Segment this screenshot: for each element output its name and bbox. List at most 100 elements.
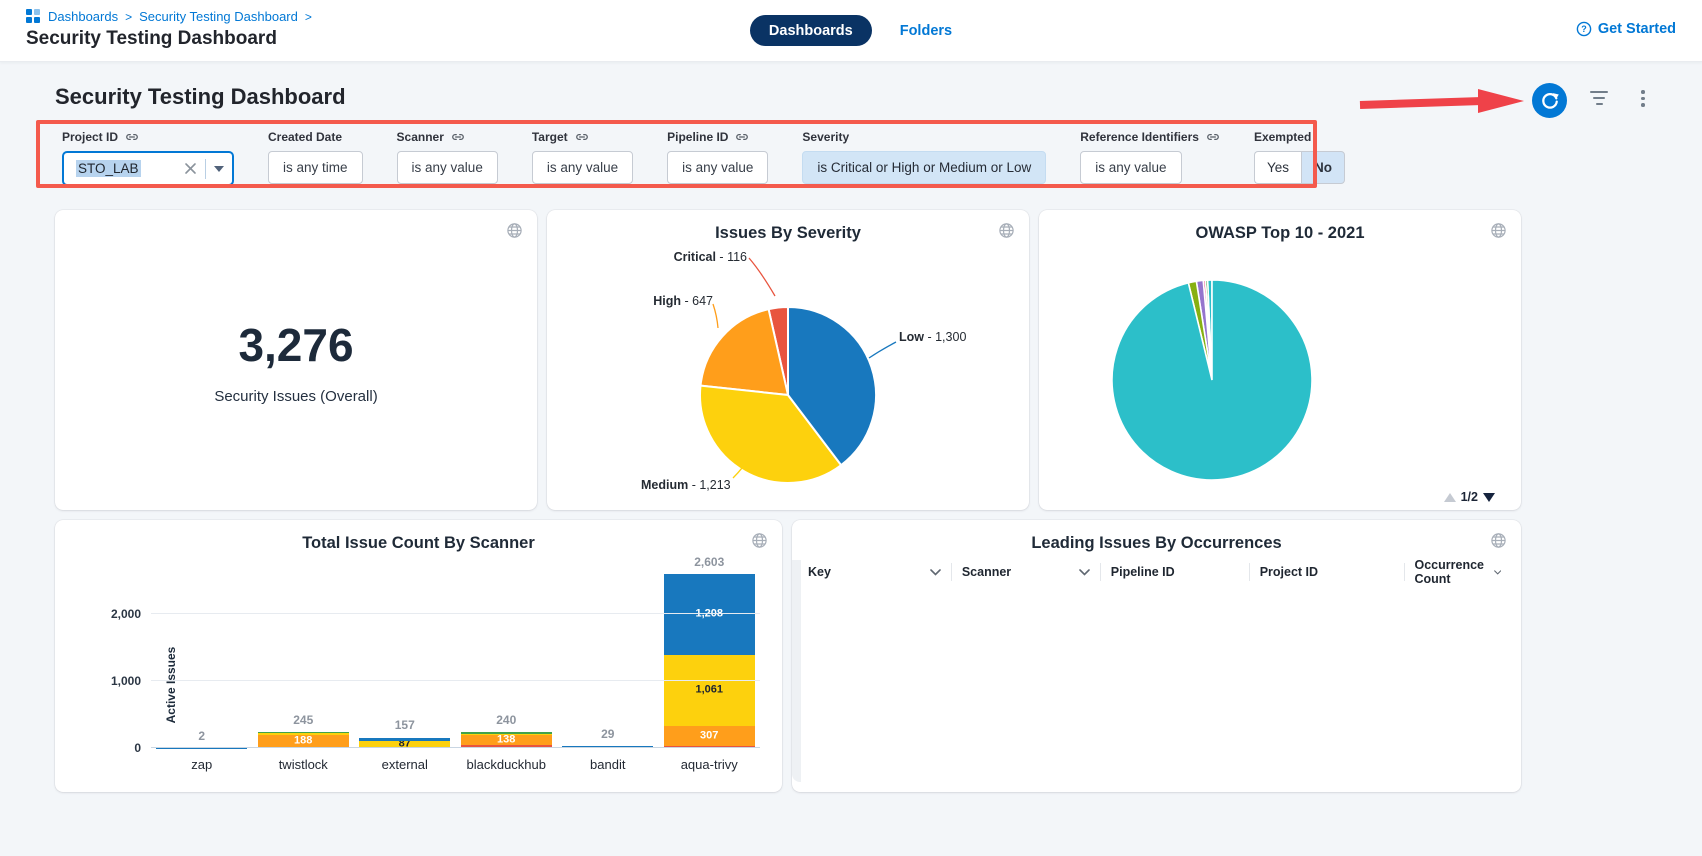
bar-segment[interactable]: 307 xyxy=(664,726,755,747)
bar-external: 87157external xyxy=(354,566,456,748)
bar-segment[interactable] xyxy=(258,733,349,734)
tile-total-issue-count-by-scanner: Total Issue Count By Scanner Active Issu… xyxy=(55,520,782,792)
filter-bar: Project ID STO_LAB Created Date is any t… xyxy=(62,130,1345,186)
filter-target: Target is any value xyxy=(532,130,633,184)
tab-folders[interactable]: Folders xyxy=(900,23,952,39)
y-tick-label: 2,000 xyxy=(81,607,141,621)
globe-icon[interactable] xyxy=(751,532,768,554)
y-tick-label: 0 xyxy=(81,741,141,755)
table-header-scanner[interactable]: Scanner xyxy=(951,563,1100,581)
bar-chart-plot: Active Issues 2zap188245twistlock87157ex… xyxy=(151,566,760,748)
table-header-project-id[interactable]: Project ID xyxy=(1249,563,1404,581)
pie-slice[interactable] xyxy=(1112,280,1312,480)
tile-security-issues-overall: 3,276 Security Issues (Overall) xyxy=(55,210,537,510)
tile-leading-issues-by-occurrences: Leading Issues By Occurrences Key Scanne… xyxy=(792,520,1521,792)
dashboard-title: Security Testing Dashboard xyxy=(55,84,346,110)
scanner-filter[interactable]: is any value xyxy=(397,151,498,184)
severity-pie-chart xyxy=(547,210,1029,510)
page-indicator: 1/2 xyxy=(1461,490,1478,504)
bar-segment[interactable] xyxy=(461,732,552,734)
chevron-down-icon xyxy=(930,569,941,576)
table-header-key[interactable]: Key xyxy=(804,563,951,581)
table-scrollbar-track[interactable] xyxy=(792,560,801,782)
severity-filter[interactable]: is Critical or High or Medium or Low xyxy=(802,151,1046,184)
target-filter[interactable]: is any value xyxy=(532,151,633,184)
bar-segment[interactable] xyxy=(359,738,450,742)
table-header-row: Key Scanner Pipeline ID Project ID Occur… xyxy=(804,560,1511,584)
question-circle-icon: ? xyxy=(1576,21,1592,37)
bar-segment[interactable] xyxy=(258,732,349,734)
filter-label: Pipeline ID xyxy=(667,130,728,144)
bar-segment[interactable]: 188 xyxy=(258,735,349,748)
page-title: Security Testing Dashboard xyxy=(26,28,277,50)
link-icon xyxy=(575,130,589,144)
owasp-pie-chart xyxy=(1039,210,1521,510)
globe-icon[interactable] xyxy=(506,222,523,244)
table-header-occurrence-count[interactable]: Occurrence Count xyxy=(1404,563,1511,581)
filter-project-id: Project ID STO_LAB xyxy=(62,130,234,186)
kebab-menu-icon[interactable] xyxy=(1637,90,1649,110)
close-icon[interactable] xyxy=(184,162,197,175)
bar-total-label: 2 xyxy=(151,729,253,743)
filter-pipeline-id: Pipeline ID is any value xyxy=(667,130,768,184)
page-down-icon[interactable] xyxy=(1483,493,1495,502)
breadcrumb-separator: > xyxy=(125,10,132,24)
exempted-no-option[interactable]: No xyxy=(1301,151,1345,184)
dashboard-filter-icon[interactable] xyxy=(1588,91,1610,109)
bar-segment[interactable]: 1,208 xyxy=(664,574,755,655)
x-axis-label: zap xyxy=(151,757,253,772)
bar-segment[interactable] xyxy=(461,734,552,736)
filter-exempted: Exempted Yes No xyxy=(1254,130,1345,184)
bar-stack[interactable]: 188 xyxy=(258,732,349,748)
x-axis-label: twistlock xyxy=(253,757,355,772)
breadcrumb: Dashboards > Security Testing Dashboard … xyxy=(26,9,312,24)
project-id-value: STO_LAB xyxy=(76,160,141,177)
get-started-label: Get Started xyxy=(1598,21,1676,37)
project-id-input[interactable]: STO_LAB xyxy=(62,151,234,186)
overall-count-label: Security Issues (Overall) xyxy=(55,388,537,405)
top-header: Dashboards > Security Testing Dashboard … xyxy=(0,0,1702,62)
pipeline-id-filter[interactable]: is any value xyxy=(667,151,768,184)
created-date-filter[interactable]: is any time xyxy=(268,151,363,184)
page-up-icon[interactable] xyxy=(1444,493,1456,502)
bar-segment-label: 1,208 xyxy=(664,609,755,620)
filter-created-date: Created Date is any time xyxy=(268,130,363,184)
gridline xyxy=(151,613,760,614)
filter-scanner: Scanner is any value xyxy=(397,130,498,184)
dashboards-grid-icon[interactable] xyxy=(26,9,41,24)
bar-stack[interactable]: 3071,061 1,208 xyxy=(664,574,755,748)
pie-label-critical: Critical - 116 xyxy=(674,250,747,264)
link-icon xyxy=(451,130,465,144)
bar-total-label: 240 xyxy=(456,713,558,727)
bar-total-label: 2,603 xyxy=(659,555,761,569)
x-axis-label: bandit xyxy=(557,757,659,772)
tab-dashboards[interactable]: Dashboards xyxy=(750,15,872,46)
filter-label: Reference Identifiers xyxy=(1080,130,1199,144)
breadcrumb-current[interactable]: Security Testing Dashboard xyxy=(139,9,298,24)
bar-zap: 2zap xyxy=(151,566,253,748)
breadcrumb-dashboards[interactable]: Dashboards xyxy=(48,9,118,24)
x-axis-label: aqua-trivy xyxy=(659,757,761,772)
refresh-icon xyxy=(1541,92,1559,110)
table-body-empty xyxy=(804,586,1511,782)
get-started-link[interactable]: ? Get Started xyxy=(1576,21,1676,37)
bar-segment[interactable]: 1,061 xyxy=(664,655,755,726)
breadcrumb-separator: > xyxy=(305,10,312,24)
chevron-down-icon[interactable] xyxy=(214,166,224,172)
annotation-arrow xyxy=(1354,88,1530,114)
refresh-button[interactable] xyxy=(1532,83,1567,118)
bar-stack[interactable]: 138 xyxy=(461,732,552,748)
pie-pagination: 1/2 xyxy=(1444,490,1495,504)
exempted-yes-option[interactable]: Yes xyxy=(1254,151,1301,184)
bar-blackduckhub: 138240blackduckhub xyxy=(456,566,558,748)
filter-label: Created Date xyxy=(268,130,342,144)
bar-total-label: 157 xyxy=(354,718,456,732)
tile-owasp-top-10: OWASP Top 10 - 2021 1/2 xyxy=(1039,210,1521,510)
table-title: Leading Issues By Occurrences xyxy=(792,534,1521,553)
bar-segment[interactable]: 138 xyxy=(461,735,552,744)
table-header-pipeline-id[interactable]: Pipeline ID xyxy=(1100,563,1249,581)
reference-identifiers-filter[interactable]: is any value xyxy=(1080,151,1181,184)
globe-icon[interactable] xyxy=(1490,532,1507,554)
filter-label: Scanner xyxy=(397,130,444,144)
bar-bandit: 29bandit xyxy=(557,566,659,748)
